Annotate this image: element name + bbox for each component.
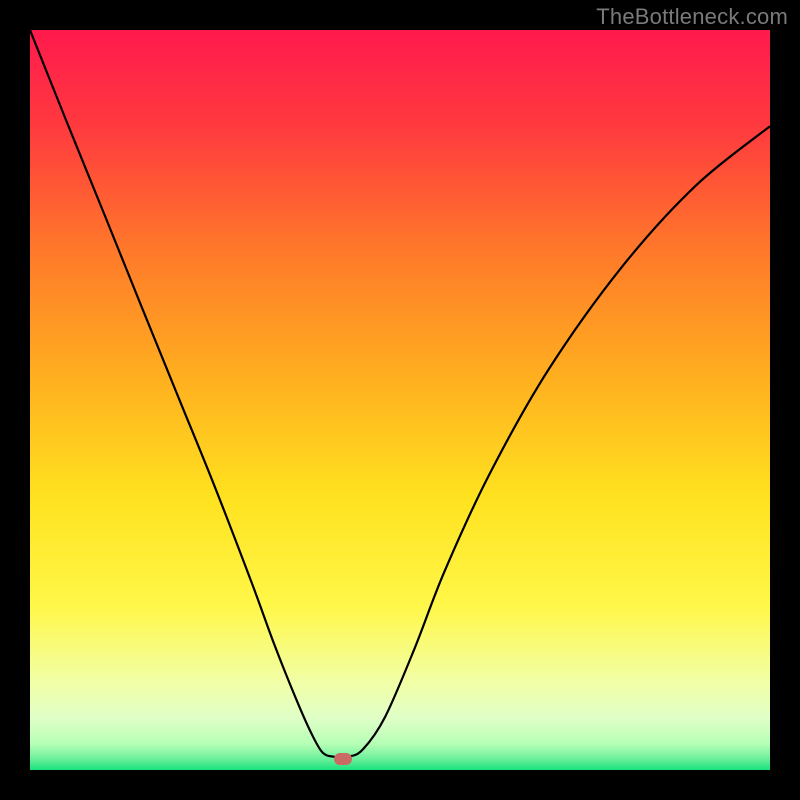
- plot-area: [30, 30, 770, 770]
- watermark-text: TheBottleneck.com: [596, 4, 788, 30]
- curve-svg: [30, 30, 770, 770]
- chart-frame: TheBottleneck.com: [0, 0, 800, 800]
- minimum-marker: [334, 753, 352, 765]
- bottleneck-curve-path: [30, 30, 770, 757]
